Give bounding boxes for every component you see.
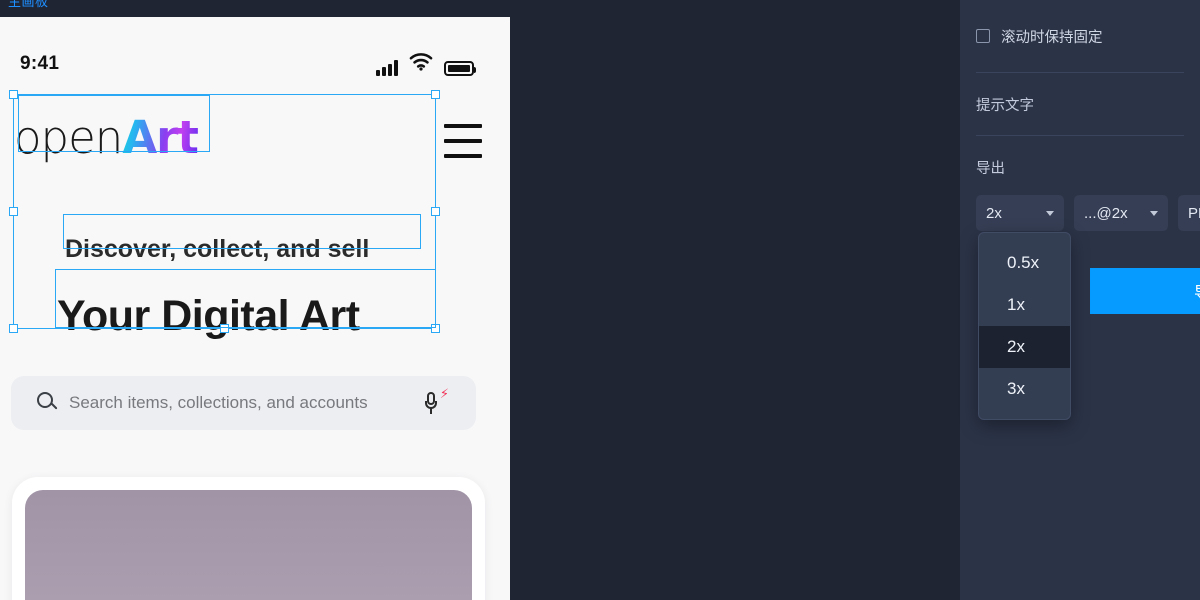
export-scale-select[interactable]: 2x	[976, 195, 1064, 231]
artboard-label: 主画板	[8, 0, 49, 9]
search-icon	[37, 392, 58, 412]
resize-handle-right[interactable]	[431, 206, 440, 216]
export-format-select[interactable]: PN	[1178, 195, 1200, 231]
dropdown-option-2x[interactable]: 2x	[979, 326, 1070, 368]
phone-status-bar: 9:41	[0, 17, 510, 79]
resize-handle-left[interactable]	[9, 206, 18, 216]
signal-icon	[376, 60, 398, 76]
microphone-button[interactable]: ⚡	[420, 386, 449, 419]
hamburger-line	[444, 154, 482, 158]
wifi-icon	[409, 53, 433, 76]
selection-subtitle[interactable]	[63, 214, 421, 249]
fixed-on-scroll-label: 滚动时保持固定	[1001, 29, 1103, 46]
battery-icon	[444, 61, 476, 76]
dropdown-option-1x[interactable]: 1x	[979, 284, 1070, 326]
export-format-value: PN	[1188, 204, 1200, 222]
chevron-down-icon	[1046, 210, 1054, 216]
microphone-badge: ⚡	[439, 386, 449, 401]
export-section-label: 导出	[976, 160, 1005, 177]
status-icons	[376, 53, 476, 76]
export-button[interactable]: 导出	[1090, 268, 1200, 314]
fixed-on-scroll-row[interactable]: 滚动时保持固定	[960, 0, 1200, 72]
featured-card[interactable]	[12, 477, 485, 600]
export-scale-dropdown[interactable]: 0.5x 1x 2x 3x	[978, 232, 1071, 420]
resize-handle-top-right[interactable]	[431, 90, 440, 99]
hamburger-icon[interactable]	[444, 124, 482, 158]
design-canvas[interactable]: 主画板 9:41 openArt Discover, collect, and …	[0, 0, 960, 600]
export-suffix-value: ...@2x	[1084, 204, 1128, 222]
status-time: 9:41	[20, 53, 60, 74]
selection-title[interactable]	[55, 269, 436, 328]
hamburger-line	[444, 139, 482, 143]
selection-logo[interactable]	[18, 95, 210, 152]
search-bar[interactable]: ⚡	[11, 376, 476, 430]
export-suffix-select[interactable]: ...@2x	[1074, 195, 1168, 231]
hint-text-section-label: 提示文字	[976, 97, 1034, 114]
dropdown-option-3x[interactable]: 3x	[979, 368, 1070, 410]
hamburger-line	[444, 124, 482, 128]
export-controls: 2x ...@2x PN	[976, 195, 1200, 231]
dropdown-option-0_5x[interactable]: 0.5x	[979, 242, 1070, 284]
search-input[interactable]	[69, 376, 439, 430]
microphone-icon	[425, 392, 437, 416]
fixed-on-scroll-checkbox[interactable]	[976, 29, 990, 43]
export-scale-value: 2x	[986, 204, 1002, 222]
card-image	[25, 490, 472, 600]
resize-handle-top-left[interactable]	[9, 90, 18, 99]
chevron-down-icon	[1150, 210, 1158, 216]
resize-handle-bottom-left[interactable]	[9, 324, 18, 333]
